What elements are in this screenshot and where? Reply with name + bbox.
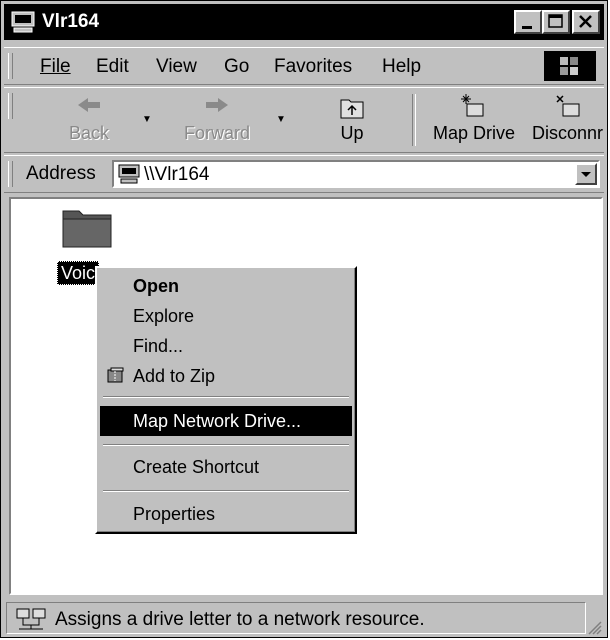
up-folder-icon: [340, 99, 364, 119]
back-dropdown-arrow[interactable]: ▼: [142, 114, 152, 125]
window-title: Vlr164: [42, 11, 100, 32]
menu-open[interactable]: Open: [100, 271, 352, 301]
address-bar: Address \\Vlr164: [4, 155, 604, 193]
maximize-button[interactable]: [542, 10, 570, 34]
menu-separator: [103, 396, 349, 398]
network-icon: [16, 608, 46, 630]
map-drive-icon: [461, 94, 484, 117]
menu-grip[interactable]: [8, 53, 13, 79]
menu-explore[interactable]: Explore: [100, 301, 352, 331]
close-icon: [579, 15, 592, 28]
status-text: Assigns a drive letter to a network reso…: [55, 609, 425, 630]
maximize-icon: [548, 14, 563, 28]
status-panel: Assigns a drive letter to a network reso…: [6, 602, 586, 634]
address-dropdown-button[interactable]: [575, 163, 597, 185]
address-label: Address: [26, 163, 96, 184]
menu-go[interactable]: Go: [224, 56, 249, 78]
forward-dropdown-arrow[interactable]: ▼: [276, 114, 286, 125]
menu-find[interactable]: Find...: [100, 331, 352, 361]
toolbar-separator: [412, 94, 416, 146]
windows-flag-icon: [544, 51, 596, 81]
forward-arrow-icon: [206, 98, 228, 112]
forward-button[interactable]: Forward: [172, 92, 262, 150]
minimize-icon: [522, 26, 532, 29]
address-grip[interactable]: [8, 161, 13, 187]
up-button[interactable]: Up: [322, 92, 382, 150]
title-bar[interactable]: Vlr164: [4, 4, 604, 40]
menu-view[interactable]: View: [156, 56, 197, 78]
menu-favorites[interactable]: Favorites: [274, 56, 352, 78]
map-drive-button[interactable]: Map Drive: [424, 92, 524, 150]
folder-label[interactable]: Voic: [57, 261, 100, 285]
menu-help[interactable]: Help: [382, 56, 421, 78]
address-value: \\Vlr164: [144, 164, 210, 185]
menu-file[interactable]: File: [40, 56, 71, 78]
menu-separator: [103, 490, 349, 492]
menu-properties[interactable]: Properties: [100, 499, 352, 529]
menu-bar: File Edit View Go Favorites Help: [4, 47, 604, 85]
back-arrow-icon: [78, 98, 100, 112]
chevron-down-icon: [581, 172, 591, 177]
menu-create-shortcut[interactable]: Create Shortcut: [100, 452, 352, 482]
status-bar: Assigns a drive letter to a network reso…: [4, 599, 604, 637]
menu-separator: [103, 444, 349, 446]
resize-grip-icon[interactable]: [586, 619, 602, 635]
back-button[interactable]: Back: [54, 92, 124, 150]
menu-add-to-zip[interactable]: Add to Zip: [100, 361, 352, 391]
computer-icon: [118, 164, 140, 184]
zip-icon: [107, 367, 124, 383]
minimize-button[interactable]: [514, 10, 542, 34]
toolbar-grip[interactable]: [8, 93, 13, 119]
close-button[interactable]: [572, 10, 600, 34]
disconnect-icon: [556, 95, 580, 117]
menu-edit[interactable]: Edit: [96, 56, 129, 78]
computer-icon: [11, 11, 35, 33]
context-menu: Open Explore Find... Add to Zip Map Netw…: [95, 266, 357, 534]
toolbar: Back ▼ Forward ▼ Up Map Drive Disconnr: [4, 87, 604, 153]
folder-icon[interactable]: [61, 205, 113, 249]
menu-map-network-drive[interactable]: Map Network Drive...: [100, 406, 352, 436]
disconnect-button[interactable]: Disconnr: [532, 92, 604, 150]
address-field[interactable]: \\Vlr164: [112, 160, 600, 188]
